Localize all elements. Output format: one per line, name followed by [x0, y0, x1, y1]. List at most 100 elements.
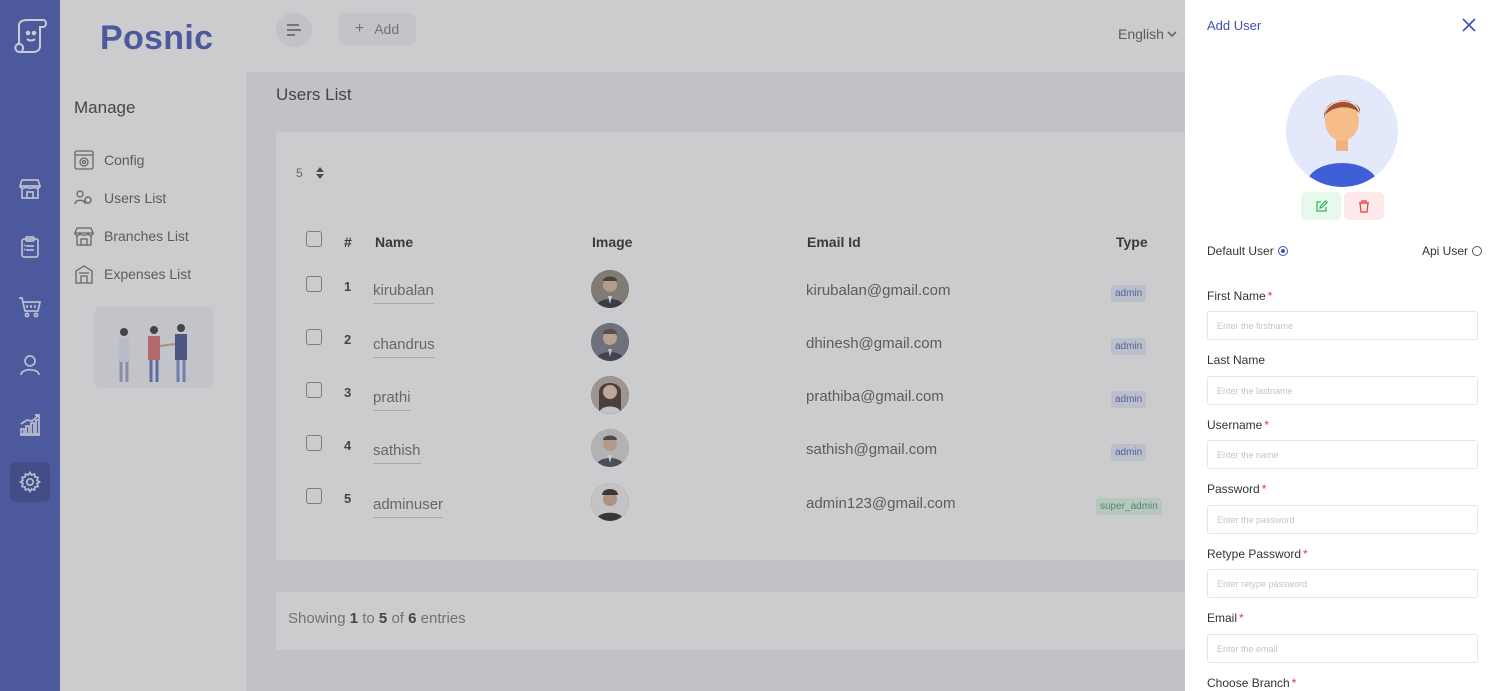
default-user-radio[interactable]: Default User	[1207, 244, 1288, 258]
gear-icon[interactable]	[10, 462, 50, 502]
user-avatar	[591, 323, 629, 361]
user-name-link[interactable]: adminuser	[373, 496, 444, 518]
last-name-label: Last Name	[1207, 353, 1266, 367]
app-logo-icon[interactable]	[10, 16, 50, 56]
user-name-link[interactable]: sathish	[373, 442, 421, 464]
api-user-label: Api User	[1422, 244, 1469, 258]
trash-icon	[1359, 199, 1369, 213]
row-checkbox[interactable]	[306, 488, 322, 504]
sidebar-heading: Manage	[74, 98, 136, 117]
user-type-badge: admin	[1111, 391, 1147, 408]
per-page-select[interactable]: 5	[288, 160, 340, 186]
range-end: 5	[378, 610, 388, 627]
user-icon[interactable]	[13, 348, 47, 382]
radio-selected-icon	[1277, 246, 1288, 256]
user-email: prathiba@gmail.com	[806, 388, 944, 405]
user-type-badge: admin	[1111, 444, 1147, 461]
retype-password-label: Retype Password *	[1207, 547, 1308, 561]
sidebar-item-label: Branches List	[104, 228, 189, 244]
choose-branch-label: Choose Branch *	[1207, 676, 1297, 690]
last-name-field[interactable]	[1207, 376, 1478, 405]
retype-password-field[interactable]	[1207, 569, 1478, 598]
cart-icon[interactable]	[13, 290, 47, 324]
chevron-down-icon	[1167, 31, 1177, 38]
row-checkbox[interactable]	[306, 435, 322, 451]
username-field[interactable]	[1207, 440, 1478, 469]
user-email: kirubalan@gmail.com	[806, 282, 951, 299]
add-button-label: Add	[374, 21, 400, 37]
language-select[interactable]: English	[1118, 26, 1177, 42]
add-button[interactable]: + Add	[338, 13, 416, 45]
plus-icon: +	[354, 20, 365, 37]
default-user-label: Default User	[1207, 244, 1274, 258]
expenses-icon	[75, 265, 93, 284]
add-user-drawer: Add User Default User Api User First Nam…	[1185, 0, 1500, 691]
per-page-value: 5	[296, 166, 303, 180]
user-avatar	[591, 429, 629, 467]
user-type-badge: admin	[1111, 338, 1147, 355]
users-icon	[74, 190, 92, 205]
icon-rail	[0, 0, 60, 691]
sidebar-item-expenses-list[interactable]: Expenses List	[73, 262, 191, 286]
edit-icon	[1315, 199, 1328, 212]
username-label: Username *	[1207, 418, 1270, 432]
row-number: 1	[344, 279, 352, 294]
user-avatar	[591, 376, 629, 414]
user-name-link[interactable]: kirubalan	[373, 282, 434, 304]
user-email: admin123@gmail.com	[806, 495, 956, 512]
email-field[interactable]	[1207, 634, 1478, 663]
brand-name[interactable]: Posnic	[100, 19, 213, 58]
row-number: 3	[344, 385, 352, 400]
select-all-checkbox[interactable]	[306, 231, 322, 247]
user-email: dhinesh@gmail.com	[806, 335, 943, 352]
column-header-type[interactable]: Type	[1116, 234, 1148, 250]
language-label: English	[1118, 26, 1164, 42]
first-name-label: First Name *	[1207, 289, 1273, 303]
profile-avatar-placeholder	[1286, 75, 1398, 187]
menu-icon	[287, 24, 301, 36]
edit-photo-button[interactable]	[1301, 192, 1341, 220]
column-header-email[interactable]: Email Id	[807, 234, 861, 250]
sidebar-item-label: Expenses List	[104, 266, 192, 282]
drawer-title: Add User	[1207, 18, 1262, 33]
user-avatar	[591, 483, 629, 521]
branch-icon	[74, 227, 94, 246]
first-name-field[interactable]	[1207, 311, 1478, 340]
config-icon	[74, 150, 94, 170]
row-number: 2	[344, 332, 352, 347]
page-title: Users List	[276, 85, 352, 104]
total-entries: 6	[408, 610, 417, 627]
sidebar-item-config[interactable]: Config	[73, 148, 144, 172]
radio-unselected-icon	[1472, 246, 1483, 256]
user-avatar	[591, 270, 629, 308]
menu-toggle-button[interactable]	[276, 13, 312, 47]
sidebar-item-label: Users List	[104, 190, 167, 206]
email-label: Email *	[1207, 611, 1244, 625]
column-header-image: Image	[592, 234, 633, 250]
user-name-link[interactable]: chandrus	[373, 336, 435, 358]
row-checkbox[interactable]	[306, 329, 322, 345]
api-user-radio[interactable]: Api User	[1422, 244, 1483, 258]
sort-arrows-icon	[315, 167, 324, 179]
entries-summary: Showing 1 to 5 of 6 entries	[288, 610, 466, 627]
sidebar-item-label: Config	[104, 152, 145, 168]
sidebar: Posnic Manage Config Users List Branches…	[60, 0, 246, 691]
sidebar-item-branches-list[interactable]: Branches List	[73, 224, 189, 248]
clipboard-icon[interactable]	[13, 230, 47, 264]
user-type-badge: super_admin	[1096, 498, 1162, 515]
user-email: sathish@gmail.com	[806, 441, 938, 458]
close-icon[interactable]	[1461, 17, 1479, 35]
user-type-badge: admin	[1111, 285, 1147, 302]
team-illustration	[94, 306, 214, 388]
row-number: 4	[344, 438, 352, 453]
delete-photo-button[interactable]	[1344, 192, 1384, 220]
row-checkbox[interactable]	[306, 276, 322, 292]
row-number: 5	[344, 491, 352, 506]
row-checkbox[interactable]	[306, 382, 322, 398]
column-header-name[interactable]: Name	[375, 234, 413, 250]
chart-icon[interactable]	[13, 408, 47, 442]
sidebar-item-users-list[interactable]: Users List	[73, 186, 166, 210]
user-name-link[interactable]: prathi	[373, 389, 411, 411]
store-icon[interactable]	[13, 172, 47, 206]
password-field[interactable]	[1207, 505, 1478, 534]
